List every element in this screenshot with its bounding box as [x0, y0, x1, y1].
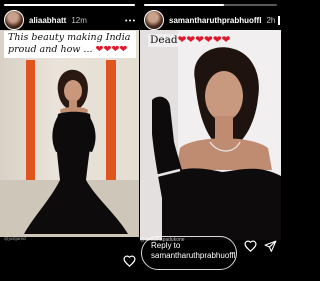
story-header-right: samantharuthprabhuoffl 2h	[144, 9, 281, 31]
avatar[interactable]	[144, 10, 164, 30]
story-progress-fill-left	[4, 4, 135, 6]
gown-figure	[0, 69, 139, 237]
story-photo-right	[140, 30, 281, 240]
heart-outline-icon[interactable]	[122, 254, 136, 268]
photo-credit: @justjared	[4, 236, 26, 241]
reply-placeholder: Reply to samantharuthprabhuoffl...	[151, 241, 237, 260]
paper-plane-icon[interactable]	[263, 239, 277, 253]
story-progress-fill-right	[144, 4, 224, 6]
reply-input[interactable]: Reply to samantharuthprabhuoffl...	[141, 236, 237, 270]
caption-hearts-right: ❤❤❤❤❤❤	[177, 34, 231, 46]
story-header-left: aliaabhatt 12m	[4, 9, 136, 31]
avatar[interactable]	[4, 10, 24, 30]
story-caption-left: This beauty making India proud and how .…	[4, 31, 136, 58]
story-left[interactable]: aliaabhatt 12m This beauty making India …	[0, 0, 139, 281]
ellipsis-icon[interactable]	[124, 14, 136, 26]
pause-icon[interactable]	[277, 14, 281, 26]
username-right[interactable]: samantharuthprabhuoffl	[169, 16, 261, 25]
story-photo-left: This beauty making India proud and how .…	[0, 30, 139, 237]
heart-outline-icon[interactable]	[243, 239, 257, 253]
story-caption-right: Dead❤❤❤❤❤❤	[148, 34, 233, 47]
story-progress-left	[4, 4, 135, 6]
timestamp-right: 2h	[266, 15, 276, 25]
caption-hearts-left: ❤❤❤❤	[95, 44, 128, 55]
caption-text-right: Dead	[150, 34, 178, 46]
story-progress-right	[144, 4, 277, 6]
timestamp-left: 12m	[71, 15, 87, 25]
username-left[interactable]: aliaabhatt	[29, 16, 66, 25]
